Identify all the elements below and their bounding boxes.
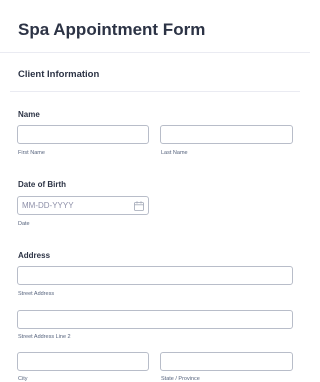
dob-placeholder: MM-DD-YYYY <box>22 201 74 210</box>
section-title: Client Information <box>18 69 100 80</box>
street-address-input[interactable] <box>17 266 293 285</box>
state-province-input[interactable] <box>160 352 293 371</box>
city-input[interactable] <box>17 352 149 371</box>
street-address-line2-input[interactable] <box>17 310 293 329</box>
last-name-sublabel: Last Name <box>161 150 188 156</box>
dob-label: Date of Birth <box>18 180 66 189</box>
calendar-icon[interactable] <box>134 201 144 211</box>
dob-input[interactable]: MM-DD-YYYY <box>17 196 149 215</box>
first-name-sublabel: First Name <box>18 150 45 156</box>
form-title: Spa Appointment Form <box>18 20 206 39</box>
address-label: Address <box>18 251 51 260</box>
section-divider <box>10 91 300 92</box>
dob-sublabel: Date <box>18 221 30 227</box>
first-name-input[interactable] <box>17 125 149 144</box>
state-province-sublabel: State / Province <box>161 376 200 382</box>
last-name-input[interactable] <box>160 125 293 144</box>
street-address-sublabel: Street Address <box>18 291 55 297</box>
name-label: Name <box>18 110 40 119</box>
header-divider <box>0 52 310 53</box>
street-address-line2-sublabel: Street Address Line 2 <box>18 334 71 340</box>
city-sublabel: City <box>18 376 28 382</box>
